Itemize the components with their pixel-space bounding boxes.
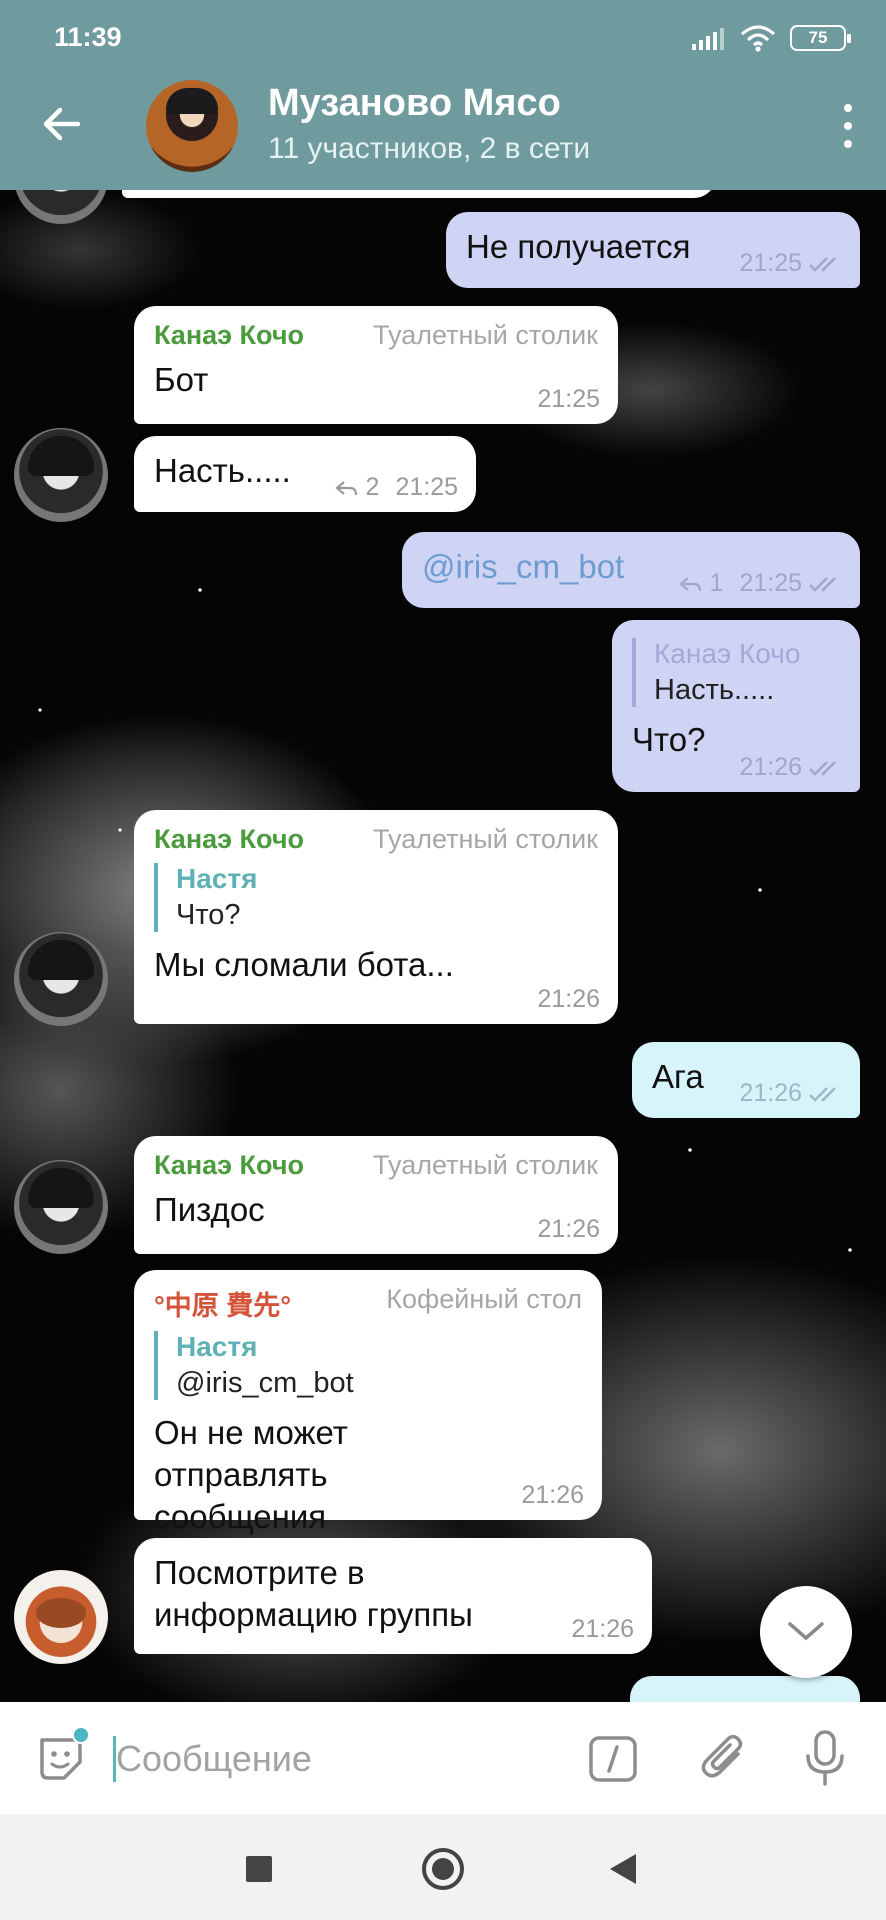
message-meta: 21:26: [521, 1481, 584, 1510]
system-nav-bar: [0, 1814, 886, 1920]
back-arrow-icon[interactable]: [38, 100, 86, 148]
message-text: Бот: [154, 361, 209, 398]
reply-name: Канаэ Кочо: [654, 638, 801, 669]
sender-role: Туалетный столик: [373, 320, 598, 350]
double-check-icon: [809, 760, 836, 776]
signal-icon: [692, 28, 724, 50]
message-time: 21:26: [571, 1615, 634, 1643]
message-time: 21:26: [537, 985, 600, 1013]
message-meta: 21:26: [537, 1215, 600, 1244]
message-meta: 21:25: [739, 249, 842, 278]
slash-command-icon[interactable]: [588, 1735, 638, 1783]
message-bubble[interactable]: Канаэ Кочо Туалетный столик Настя Что? М…: [134, 810, 618, 1024]
double-check-icon: [809, 1086, 836, 1102]
chat-messages[interactable]: Не получается 21:25 Канаэ Кочо Туалетный…: [0, 190, 886, 1702]
reply-count: 2: [365, 473, 380, 501]
message-meta: 21:26: [537, 985, 600, 1014]
avatar[interactable]: [14, 428, 108, 522]
reply-count-icon: [334, 480, 357, 495]
message-bubble-partial[interactable]: [630, 1676, 860, 1702]
double-check-icon: [809, 256, 836, 272]
message-bubble[interactable]: Канаэ Кочо Насть..... Что? 21:26: [612, 620, 860, 792]
scroll-down-button[interactable]: [760, 1586, 852, 1678]
message-time: 21:26: [537, 1215, 600, 1243]
message-text: Пиздос: [154, 1191, 265, 1228]
reply-text: Насть.....: [654, 674, 775, 706]
message-time: 21:25: [739, 249, 802, 277]
reply-name: Настя: [176, 863, 258, 894]
chat-header: 11:39 75 Музаново Мясо 11 участников, 2 …: [0, 0, 886, 190]
message-meta: 21:25: [537, 385, 600, 414]
reply-quote[interactable]: Настя Что?: [154, 863, 598, 932]
message-composer: [0, 1702, 886, 1814]
home-button[interactable]: [422, 1848, 464, 1890]
message-text: Он не может отправлять сообщения: [154, 1414, 348, 1536]
message-bubble[interactable]: Не получается 21:25: [446, 212, 860, 288]
reply-count: 1: [709, 569, 724, 597]
more-vert-icon[interactable]: [840, 104, 856, 148]
message-time: 21:26: [521, 1481, 584, 1509]
message-time: 21:25: [537, 385, 600, 413]
nav-back-button[interactable]: [610, 1854, 636, 1884]
message-time: 21:25: [739, 569, 802, 597]
reply-count-icon: [678, 576, 701, 591]
avatar[interactable]: [14, 932, 108, 1026]
message-time: 21:25: [395, 473, 458, 501]
message-bubble[interactable]: Ага 21:26: [632, 1042, 860, 1118]
message-time: 21:26: [739, 1079, 802, 1107]
reply-name: Настя: [176, 1331, 258, 1362]
double-check-icon: [809, 576, 836, 592]
chat-title[interactable]: Музаново Мясо: [268, 82, 561, 125]
sender-role: Туалетный столик: [373, 1150, 598, 1180]
sender-name[interactable]: Канаэ Кочо: [154, 320, 304, 351]
message-time: 21:26: [739, 753, 802, 781]
sender-name[interactable]: °中原 費先°: [154, 1284, 291, 1323]
message-meta: 21:26: [739, 1079, 842, 1108]
message-meta: 21:26: [739, 753, 842, 782]
message-text: Посмотрите в информацию группы: [154, 1554, 473, 1634]
reply-quote[interactable]: Настя @iris_cm_bot: [154, 1331, 582, 1400]
avatar[interactable]: [14, 1160, 108, 1254]
message-bubble-partial[interactable]: [122, 190, 716, 198]
message-bubble[interactable]: Посмотрите в информацию группы 21:26: [134, 1538, 652, 1654]
message-bubble[interactable]: Канаэ Кочо Туалетный столик Бот 21:25: [134, 306, 618, 424]
chat-subtitle[interactable]: 11 участников, 2 в сети: [268, 132, 590, 166]
status-time: 11:39: [54, 22, 122, 52]
message-meta: 2 21:25: [334, 473, 458, 502]
group-avatar[interactable]: [146, 80, 238, 172]
message-input[interactable]: [116, 1732, 556, 1786]
recents-button[interactable]: [246, 1856, 272, 1882]
message-meta: 21:26: [571, 1615, 634, 1644]
message-meta: 1 21:25: [678, 569, 842, 598]
avatar[interactable]: [14, 1570, 108, 1664]
message-bubble[interactable]: °中原 費先° Кофейный стол Настя @iris_cm_bot…: [134, 1270, 602, 1535]
chevron-down-icon: [788, 1622, 824, 1641]
sender-name[interactable]: Канаэ Кочо: [154, 1150, 304, 1181]
message-bubble[interactable]: Канаэ Кочо Туалетный столик Пиздос 21:26: [134, 1136, 618, 1254]
sender-name[interactable]: Канаэ Кочо: [154, 824, 304, 855]
status-icons: 75: [690, 24, 851, 52]
reply-quote[interactable]: Канаэ Кочо Насть.....: [632, 638, 840, 707]
message-bubble[interactable]: Насть..... 2 21:25: [134, 436, 476, 512]
sender-role: Кофейный стол: [386, 1284, 582, 1314]
paperclip-icon[interactable]: [698, 1732, 750, 1784]
sticker-badge: [72, 1726, 90, 1744]
reply-text: Что?: [176, 899, 241, 931]
wifi-icon: [740, 25, 776, 52]
microphone-icon[interactable]: [800, 1728, 850, 1788]
battery-indicator: 75: [790, 25, 851, 51]
message-text: Мы сломали бота...: [154, 946, 454, 983]
sender-role: Туалетный столик: [373, 824, 598, 854]
reply-text: @iris_cm_bot: [176, 1367, 354, 1399]
message-bubble[interactable]: @iris_cm_bot 1 21:25: [402, 532, 860, 608]
